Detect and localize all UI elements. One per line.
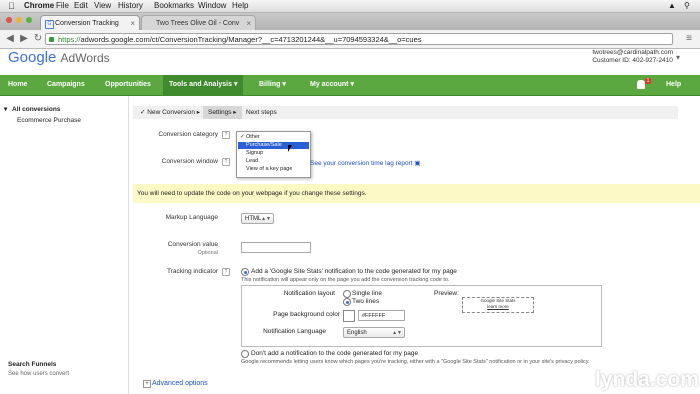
page-background-color-label: Page background color — [273, 311, 340, 318]
background-color-input[interactable]: #FFFFFF — [358, 310, 405, 321]
sidebar-item-search-funnels[interactable]: Search Funnels — [8, 361, 56, 369]
zoom-window-icon[interactable] — [26, 17, 32, 23]
option-other[interactable]: ✓ Other — [238, 134, 309, 141]
markup-language-select[interactable]: HTML ▲▼ — [241, 213, 274, 224]
lynda-watermark: lynda.com — [595, 368, 699, 391]
url-input[interactable]: https://adwords.google.com/ct/Conversion… — [45, 33, 673, 45]
color-swatch[interactable] — [343, 310, 355, 322]
conversion-value-input[interactable] — [241, 242, 311, 253]
step-next-steps[interactable]: Next steps — [241, 106, 282, 119]
conversion-window-label: Conversion window — [161, 158, 218, 165]
notification-language-select[interactable]: English ▲▼ — [343, 327, 405, 338]
option-add-notification-label: Add a 'Google Site Stats' notification t… — [251, 268, 457, 275]
nav-my-account[interactable]: My account ▾ — [310, 75, 354, 95]
tab-two-trees[interactable]: Two Trees Olive Oil - Conv × — [141, 15, 256, 30]
conversion-category-label: Conversion category — [158, 131, 218, 138]
menu-app[interactable]: Chrome — [24, 0, 54, 12]
preview-label: Preview: — [434, 290, 459, 297]
expand-plus-icon[interactable]: + — [143, 380, 151, 388]
radio-dont-add-notification[interactable] — [241, 350, 249, 358]
radio-add-notification[interactable] — [241, 268, 249, 276]
tracking-indicator-label: Tracking indicator — [166, 268, 218, 275]
help-icon[interactable]: ? — [222, 131, 230, 139]
advanced-options-link[interactable]: Advanced options — [152, 379, 208, 388]
forward-icon[interactable]: ▶ — [18, 33, 30, 45]
nav-home[interactable]: Home — [8, 75, 27, 95]
radio-single-line[interactable] — [343, 290, 351, 298]
nav-opportunities[interactable]: Opportunities — [105, 75, 151, 95]
optional-label: Optional — [197, 250, 219, 256]
nav-billing[interactable]: Billing ▾ — [259, 75, 286, 95]
account-dropdown-icon[interactable]: ▾ — [676, 53, 680, 62]
two-lines-label: Two lines — [352, 298, 380, 305]
tab-conversion-tracking[interactable]: G Conversion Tracking × — [40, 15, 140, 30]
option-purchase-sale[interactable]: Purchase/Sale — [238, 142, 309, 149]
mac-menu-bar:  Chrome File Edit View History Bookmark… — [0, 0, 700, 13]
close-window-icon[interactable] — [6, 17, 12, 23]
menu-view[interactable]: View — [94, 0, 111, 12]
radio-two-lines[interactable] — [343, 298, 351, 306]
time-lag-report-link[interactable]: See your conversion time lag report ▣ — [310, 160, 421, 168]
mouse-cursor — [288, 145, 296, 152]
nav-help[interactable]: Help — [666, 75, 681, 95]
menu-window[interactable]: Window — [198, 0, 226, 12]
site-stats-preview: Google Site Stats learn more — [462, 297, 534, 313]
close-tab-icon[interactable]: × — [130, 16, 135, 30]
conversion-category-dropdown[interactable]: ✓ Other Purchase/Sale Signup Lead View of… — [236, 131, 311, 178]
option-dont-add-note: Google recommends letting users know whi… — [241, 359, 590, 365]
reload-icon[interactable]: ↻ — [32, 33, 44, 45]
external-link-icon: ▣ — [414, 160, 421, 167]
menu-help[interactable]: Help — [232, 0, 248, 12]
expand-icon[interactable]: ▾ — [4, 106, 7, 114]
chevron-down-icon: ▾ — [233, 81, 238, 88]
conversion-value-label: Conversion value — [167, 241, 218, 248]
back-icon[interactable]: ◀ — [4, 33, 16, 45]
option-add-notification-note: This notification will appear only on th… — [241, 277, 450, 283]
address-bar-row: ◀ ▶ ↻ https://adwords.google.com/ct/Conv… — [0, 30, 700, 49]
wifi-icon[interactable]: ▲ — [668, 0, 676, 12]
sidebar-item-ecommerce[interactable]: Ecommerce Purchase — [17, 117, 81, 125]
notification-badge: 1 — [645, 78, 651, 84]
menu-bookmarks[interactable]: Bookmarks — [154, 0, 194, 12]
chevron-down-icon: ▾ — [282, 81, 286, 88]
account-info[interactable]: twotrees@cardinalpath.com Customer ID: 4… — [592, 49, 673, 65]
lock-icon — [49, 37, 54, 42]
sidebar-item-all-conversions[interactable]: All conversions — [12, 106, 60, 114]
menu-icon[interactable]: ≡ — [683, 33, 695, 45]
google-favicon: G — [45, 20, 54, 29]
left-sidebar: ▾ All conversions Ecommerce Purchase Sea… — [0, 96, 129, 394]
spotlight-icon[interactable]: ⚲ — [684, 0, 690, 12]
apple-icon[interactable]:  — [8, 0, 15, 12]
help-icon[interactable]: ? — [222, 268, 230, 276]
chevron-down-icon: ▲▼ — [261, 216, 271, 222]
option-lead[interactable]: Lead — [238, 158, 309, 165]
chevron-down-icon: ▾ — [350, 81, 354, 88]
notification-language-label: Notification Language — [263, 328, 326, 335]
menu-file[interactable]: File — [56, 0, 69, 12]
warning-banner: You will need to update the code on your… — [133, 184, 700, 203]
step-new-conversion[interactable]: ✓ New Conversion ▸ — [135, 106, 205, 119]
main-nav: Home Campaigns Opportunities Tools and A… — [0, 75, 700, 96]
menu-history[interactable]: History — [118, 0, 143, 12]
chevron-down-icon: ▲▼ — [392, 330, 402, 336]
minimize-window-icon[interactable] — [16, 17, 22, 23]
markup-language-label: Markup Language — [165, 214, 218, 221]
wizard-steps: ✓ New Conversion ▸ Settings ▸ Next steps — [133, 106, 678, 119]
option-dont-add-label: Don't add a notification to the code gen… — [251, 350, 419, 357]
close-tab-icon[interactable]: × — [246, 16, 251, 30]
notification-layout-label: Notification layout — [283, 290, 335, 297]
step-settings[interactable]: Settings ▸ — [203, 106, 242, 119]
option-view-key-page[interactable]: View of a key page — [238, 166, 309, 173]
help-icon[interactable]: ? — [222, 158, 230, 166]
option-signup[interactable]: Signup — [238, 150, 309, 157]
nav-campaigns[interactable]: Campaigns — [47, 75, 85, 95]
adwords-logo[interactable]: Google AdWords — [8, 49, 110, 67]
nav-tools-and-analysis[interactable]: Tools and Analysis ▾ — [163, 75, 244, 95]
sidebar-search-funnels-desc: See how users convert — [8, 371, 70, 377]
single-line-label: Single line — [352, 290, 382, 297]
browser-tab-strip: G Conversion Tracking × Two Trees Olive … — [0, 13, 700, 30]
bell-icon[interactable] — [637, 80, 645, 89]
menu-edit[interactable]: Edit — [74, 0, 88, 12]
